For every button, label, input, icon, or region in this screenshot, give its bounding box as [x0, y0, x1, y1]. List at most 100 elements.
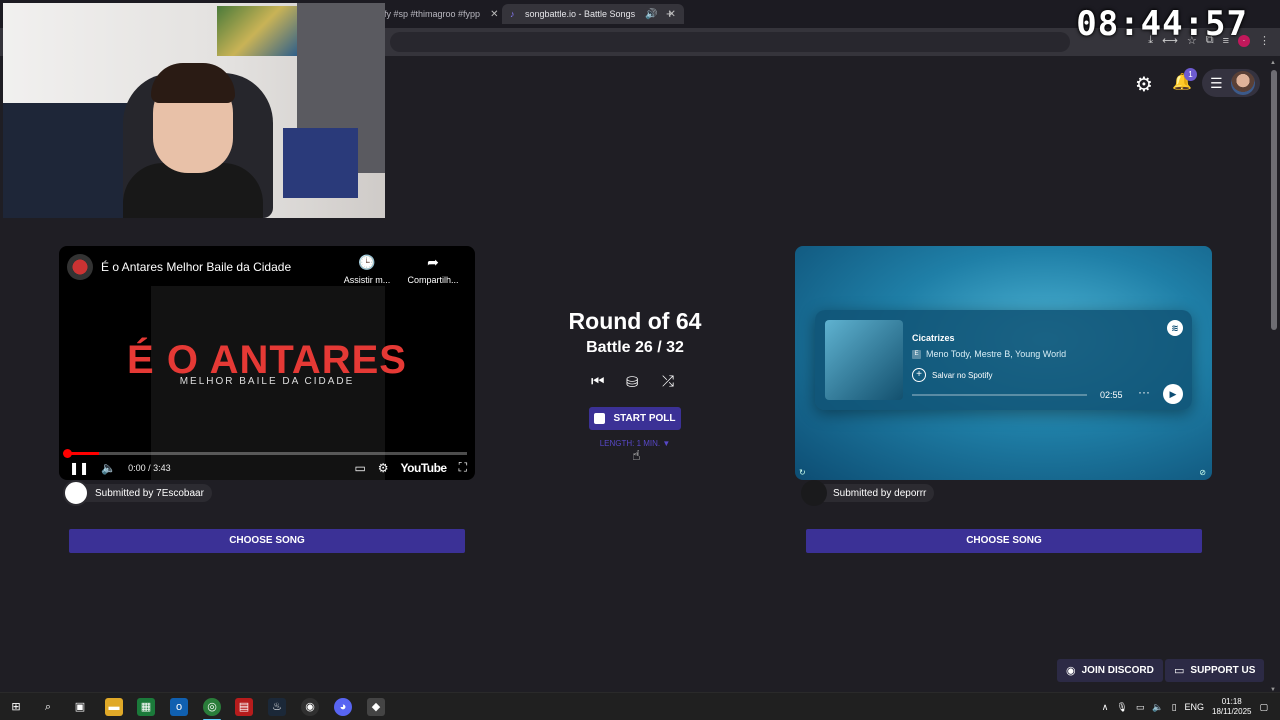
- voicemeeter-icon[interactable]: ▤: [235, 698, 253, 716]
- scrollbar-thumb[interactable]: [1271, 70, 1277, 330]
- webcam-box: [283, 128, 358, 198]
- steam-icon[interactable]: ♨: [268, 698, 286, 716]
- windows-start-icon[interactable]: ⊞: [7, 698, 25, 716]
- battery-icon[interactable]: ▯: [1172, 702, 1177, 713]
- outlook-icon[interactable]: o: [170, 698, 188, 716]
- video-header: É o Antares Melhor Baile da Cidade: [67, 254, 291, 280]
- choose-song-left-button[interactable]: CHOOSE SONG: [69, 529, 465, 553]
- coin-icon[interactable]: ⛁: [626, 373, 639, 391]
- youtube-player[interactable]: É O ANTARES MELHOR BAILE DA CIDADE É o A…: [59, 246, 475, 480]
- youtube-logo[interactable]: YouTube: [401, 461, 448, 475]
- video-scrubber-handle[interactable]: [63, 449, 72, 458]
- submitted-by-label: Submitted by deporrr: [833, 487, 927, 499]
- spotify-card: ≋ Cicatrizes E Meno Tody, Mestre B, Youn…: [815, 310, 1192, 410]
- submitted-by-label: Submitted by 7Escobaar: [95, 487, 204, 499]
- network-icon[interactable]: ▭: [1136, 702, 1145, 713]
- track-duration: 02:55: [1100, 390, 1123, 400]
- file-explorer-icon[interactable]: ▬: [105, 698, 123, 716]
- shuffle-icon[interactable]: ⤮: [662, 373, 674, 390]
- address-bar[interactable]: [390, 32, 1070, 52]
- watch-later-button[interactable]: 🕒 Assistir m...: [337, 254, 397, 285]
- chrome-icon[interactable]: ◎: [203, 698, 221, 716]
- volume-icon[interactable]: 🔈: [101, 461, 116, 475]
- more-options-icon[interactable]: ···: [1138, 385, 1150, 399]
- new-tab-button[interactable]: +: [666, 6, 674, 21]
- browser-tab[interactable]: fy #sp #thimagroo #fypp ✕: [376, 4, 506, 24]
- browser-menu-icon[interactable]: ⋮: [1259, 34, 1270, 47]
- track-artists[interactable]: Meno Tody, Mestre B, Young World: [926, 349, 1066, 359]
- previous-icon[interactable]: ⏮: [591, 373, 605, 390]
- video-progress-bar[interactable]: [63, 449, 467, 458]
- browser-tab-active[interactable]: ♪ songbattle.io - Battle Songs 🔊 ✕: [502, 4, 684, 24]
- webcam-overlay: [3, 3, 385, 218]
- video-settings-icon[interactable]: ⚙: [378, 461, 389, 475]
- submitted-by-left: Submitted by 7Escobaar: [63, 480, 212, 506]
- channel-avatar[interactable]: [67, 254, 93, 280]
- battle-progress: Battle 26 / 32: [586, 339, 684, 356]
- captions-icon[interactable]: ▭: [354, 461, 365, 475]
- notification-count-badge: 1: [1184, 68, 1197, 81]
- track-title[interactable]: Cicatrizes: [912, 333, 955, 343]
- speaker-icon[interactable]: 🔈: [1152, 702, 1163, 713]
- wall-painting: [217, 6, 297, 56]
- play-icon[interactable]: ▶: [1163, 384, 1183, 404]
- discord-label: JOIN DISCORD: [1081, 665, 1154, 676]
- spotify-embed[interactable]: ≋ Cicatrizes E Meno Tody, Mestre B, Youn…: [795, 246, 1212, 480]
- mouse-cursor-icon: ☝: [632, 447, 641, 463]
- submitter-avatar: [63, 480, 89, 506]
- notification-center-icon[interactable]: ▢: [1259, 702, 1268, 713]
- join-discord-button[interactable]: ◉ JOIN DISCORD: [1057, 659, 1163, 682]
- page-scrollbar[interactable]: ▲ ▼: [1270, 60, 1278, 693]
- track-progress-bar[interactable]: [912, 394, 1087, 396]
- user-menu-button[interactable]: ☰: [1202, 69, 1260, 97]
- store-icon[interactable]: ▦: [137, 698, 155, 716]
- tab-audio-icon[interactable]: 🔊: [645, 9, 657, 20]
- discord-icon: ◉: [1066, 665, 1076, 677]
- user-avatar: [1230, 71, 1255, 95]
- app-icon[interactable]: ◆: [367, 698, 385, 716]
- language-indicator[interactable]: ENG: [1185, 702, 1205, 712]
- video-controls-right: ▭ ⚙ YouTube ⛶: [354, 460, 467, 475]
- support-label: SUPPORT US: [1190, 665, 1256, 676]
- poll-icon: [594, 413, 606, 424]
- start-poll-button[interactable]: START POLL: [589, 407, 681, 430]
- search-icon[interactable]: ⌕: [39, 698, 57, 716]
- explicit-badge: E: [912, 349, 921, 359]
- close-tab-icon[interactable]: ✕: [490, 9, 498, 20]
- clock-icon: 🕒: [358, 254, 376, 270]
- taskbar-clock[interactable]: 01:18 18/11/2025: [1212, 697, 1251, 717]
- add-circle-icon: +: [912, 368, 926, 382]
- settings-gear-icon[interactable]: ⚙: [1135, 72, 1153, 97]
- windows-taskbar: ⊞ ⌕ ▣ ▬ ▦ o ◎ ▤ ♨ ◉ ◕ ◆ ∧ 🎙 ▭ 🔈 ▯ ENG 01…: [0, 692, 1280, 720]
- pause-icon[interactable]: ❚❚: [69, 461, 89, 475]
- task-view-icon[interactable]: ▣: [71, 698, 89, 716]
- tab-label: fy #sp #thimagroo #fypp: [384, 9, 481, 19]
- tray-overflow-icon[interactable]: ∧: [1102, 702, 1109, 713]
- save-to-spotify-button[interactable]: + Salvar no Spotify: [912, 368, 992, 382]
- scroll-up-icon[interactable]: ▲: [1270, 60, 1276, 66]
- taskbar-date: 18/11/2025: [1212, 707, 1252, 716]
- microphone-icon[interactable]: 🎙: [1116, 702, 1127, 713]
- submitted-by-right: Submitted by deporrr: [801, 480, 935, 506]
- submitter-avatar: [801, 480, 827, 506]
- reload-icon[interactable]: ↻: [799, 468, 806, 477]
- obs-icon[interactable]: ◉: [301, 698, 319, 716]
- stream-clock-overlay: 08:44:57: [1076, 4, 1248, 44]
- video-title[interactable]: É o Antares Melhor Baile da Cidade: [101, 260, 291, 274]
- album-cover[interactable]: [825, 320, 903, 400]
- share-arrow-icon: ➦: [427, 254, 439, 270]
- spotify-logo-icon[interactable]: ≋: [1167, 320, 1183, 336]
- streamer-hair: [151, 63, 235, 103]
- choose-song-right-button[interactable]: CHOOSE SONG: [806, 529, 1202, 553]
- start-poll-label: START POLL: [613, 413, 676, 424]
- round-title: Round of 64: [568, 308, 702, 334]
- support-us-button[interactable]: ▭ SUPPORT US: [1165, 659, 1265, 682]
- songbattle-favicon-icon: ♪: [510, 8, 515, 19]
- share-button[interactable]: ➦ Compartilh...: [403, 254, 463, 285]
- screen: fy #sp #thimagroo #fypp ✕ ♪ songbattle.i…: [0, 0, 1280, 720]
- track-artists-row: E Meno Tody, Mestre B, Young World: [912, 349, 1066, 359]
- tab-label: songbattle.io - Battle Songs: [525, 9, 636, 19]
- discord-taskbar-icon[interactable]: ◕: [334, 698, 352, 716]
- hide-eye-icon[interactable]: ⊘: [1199, 468, 1206, 477]
- fullscreen-icon[interactable]: ⛶: [459, 460, 467, 475]
